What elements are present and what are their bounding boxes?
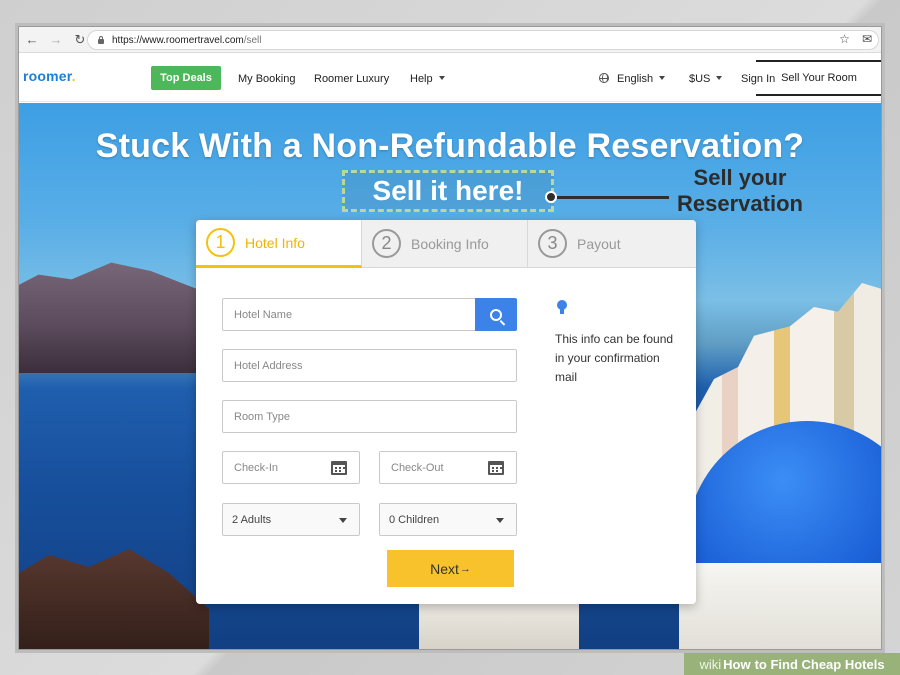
next-button[interactable]: Next → bbox=[387, 550, 514, 587]
browser-window: ← → ↻ https://www.roomertravel.com/sell … bbox=[18, 26, 882, 650]
chevron-down-icon bbox=[339, 518, 347, 523]
tab-booking-info[interactable]: 2 Booking Info bbox=[362, 220, 528, 268]
address-bar-actions: ☆ ✉ bbox=[839, 32, 872, 46]
wikihow-watermark: wiki How to Find Cheap Hotels bbox=[684, 653, 900, 675]
step-number: 2 bbox=[372, 229, 401, 258]
hotel-name-input[interactable]: Hotel Name bbox=[222, 298, 476, 331]
calendar-icon[interactable] bbox=[488, 461, 504, 475]
language-selector[interactable]: English bbox=[599, 73, 666, 85]
step-number: 1 bbox=[206, 228, 235, 257]
back-arrow-icon[interactable]: ← bbox=[21, 29, 43, 51]
callout-line2: Reservation bbox=[677, 191, 803, 216]
tab-label: Payout bbox=[577, 235, 621, 252]
callout-dot bbox=[545, 191, 557, 203]
sell-it-here-heading: Sell it here! bbox=[342, 170, 554, 212]
top-deals-button[interactable]: Top Deals bbox=[151, 66, 221, 90]
tab-label: Hotel Info bbox=[245, 234, 305, 251]
check-out-placeholder: Check-Out bbox=[391, 461, 444, 474]
check-out-input[interactable]: Check-Out bbox=[379, 451, 517, 484]
check-in-placeholder: Check-In bbox=[234, 461, 279, 474]
sell-form-card: 1 Hotel Info 2 Booking Info 3 Payout Hot… bbox=[196, 220, 696, 604]
roomer-logo[interactable]: roomer. bbox=[23, 68, 76, 84]
sell-your-room-link[interactable]: Sell Your Room bbox=[756, 60, 881, 96]
search-button[interactable] bbox=[475, 298, 517, 331]
browser-toolbar: ← → ↻ https://www.roomertravel.com/sell … bbox=[19, 27, 881, 53]
tab-hotel-info[interactable]: 1 Hotel Info bbox=[196, 220, 362, 268]
tab-payout[interactable]: 3 Payout bbox=[528, 220, 696, 268]
star-icon[interactable]: ☆ bbox=[839, 32, 850, 46]
lightbulb-icon bbox=[557, 300, 567, 314]
search-icon bbox=[490, 308, 502, 321]
adults-select[interactable]: 2 Adults bbox=[222, 503, 360, 536]
step-tabs: 1 Hotel Info 2 Booking Info 3 Payout bbox=[196, 220, 696, 268]
chevron-down-icon bbox=[496, 518, 504, 523]
hero-section: Stuck With a Non-Refundable Reservation?… bbox=[19, 103, 881, 649]
nav-roomer-luxury[interactable]: Roomer Luxury bbox=[314, 73, 389, 85]
currency-selector[interactable]: $US bbox=[689, 73, 723, 85]
language-label: English bbox=[617, 73, 654, 85]
calendar-icon[interactable] bbox=[331, 461, 347, 475]
hero-title: Stuck With a Non-Refundable Reservation? bbox=[95, 127, 805, 165]
step-number: 3 bbox=[538, 229, 567, 258]
mail-icon[interactable]: ✉ bbox=[862, 32, 872, 46]
arrow-right-icon: → bbox=[459, 562, 471, 575]
address-bar[interactable]: https://www.roomertravel.com/sell ☆ ✉ bbox=[87, 30, 879, 50]
adults-value: 2 Adults bbox=[232, 513, 272, 526]
site-header: roomer. Top Deals My Booking Roomer Luxu… bbox=[19, 54, 881, 102]
nav-my-booking[interactable]: My Booking bbox=[238, 73, 295, 85]
hotel-address-input[interactable]: Hotel Address bbox=[222, 349, 517, 382]
hero-church-image bbox=[679, 563, 881, 649]
logo-dot: . bbox=[71, 68, 76, 84]
nav-help-label: Help bbox=[410, 73, 433, 85]
url-path: /sell bbox=[243, 34, 262, 46]
callout-line1: Sell your bbox=[693, 165, 787, 190]
lock-icon bbox=[97, 36, 105, 44]
room-type-input[interactable]: Room Type bbox=[222, 400, 517, 433]
children-select[interactable]: 0 Children bbox=[379, 503, 517, 536]
currency-label: $US bbox=[689, 73, 711, 85]
chevron-down-icon bbox=[716, 76, 723, 80]
watermark-brand: wiki bbox=[699, 656, 722, 672]
callout-annotation: Sell your Reservation bbox=[667, 165, 813, 217]
logo-text: roomer bbox=[23, 68, 72, 84]
chevron-down-icon bbox=[438, 76, 445, 80]
globe-icon bbox=[599, 73, 609, 83]
chevron-down-icon bbox=[659, 76, 666, 80]
callout-line bbox=[557, 196, 669, 199]
check-in-input[interactable]: Check-In bbox=[222, 451, 360, 484]
hero-rock-image bbox=[19, 549, 209, 649]
next-label: Next bbox=[430, 560, 459, 577]
watermark-title: to Find Cheap Hotels bbox=[754, 656, 885, 672]
tab-label: Booking Info bbox=[411, 235, 489, 252]
nav-help[interactable]: Help bbox=[410, 73, 445, 85]
url-host: https://www.roomertravel.com bbox=[112, 34, 244, 46]
forward-arrow-icon[interactable]: → bbox=[45, 29, 67, 51]
info-hint-text: This info can be found in your confirmat… bbox=[555, 332, 674, 384]
hero-building-image bbox=[419, 603, 579, 649]
watermark-how: How bbox=[723, 656, 751, 672]
children-value: 0 Children bbox=[389, 513, 440, 526]
